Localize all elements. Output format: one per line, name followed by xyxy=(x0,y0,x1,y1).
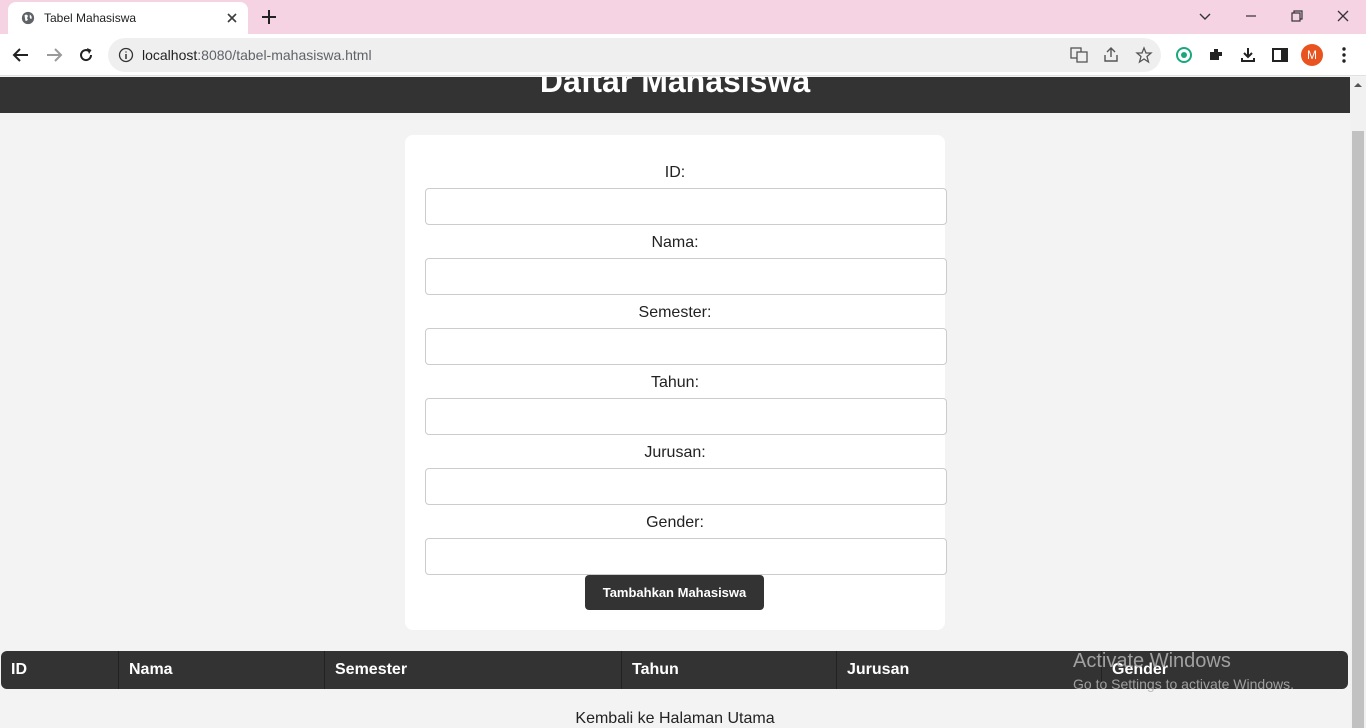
info-icon[interactable] xyxy=(118,47,134,63)
globe-icon xyxy=(21,11,35,25)
watermark-line-2: Go to Settings to activate Windows. xyxy=(1073,676,1294,692)
side-panel-icon[interactable] xyxy=(1269,44,1291,66)
menu-kebab-icon[interactable] xyxy=(1333,44,1355,66)
back-icon[interactable] xyxy=(10,44,32,66)
forward-icon[interactable] xyxy=(43,44,65,66)
tab-search-icon[interactable] xyxy=(1182,0,1228,32)
bookmark-star-icon[interactable] xyxy=(1135,46,1153,64)
column-header-id: ID xyxy=(1,651,119,689)
jurusan-label: Jurusan: xyxy=(644,444,706,461)
student-form: ID: Nama: Semester: Tahun: Jurusan: Gend… xyxy=(405,135,947,630)
page-viewport: Daftar Mahasiswa ID: Nama: Semester: Tah… xyxy=(0,77,1350,728)
add-student-button[interactable]: Tambahkan Mahasiswa xyxy=(585,575,764,610)
watermark-line-1: Activate Windows xyxy=(1073,650,1231,672)
column-header-nama: Nama xyxy=(119,651,325,689)
browser-tab[interactable]: Tabel Mahasiswa xyxy=(8,2,248,34)
extensions-icon[interactable] xyxy=(1205,44,1227,66)
gender-input[interactable] xyxy=(425,538,947,575)
tahun-label: Tahun: xyxy=(650,374,700,391)
tahun-input[interactable] xyxy=(425,398,947,435)
close-tab-icon[interactable] xyxy=(224,10,240,26)
tab-title: Tabel Mahasiswa xyxy=(44,11,137,25)
back-to-home-link[interactable]: Kembali ke Halaman Utama xyxy=(0,710,1350,728)
tab-bar: Tabel Mahasiswa xyxy=(0,0,1366,34)
address-bar[interactable]: localhost:8080/tabel-mahasiswa.html xyxy=(108,38,1161,72)
page-scrollbar[interactable] xyxy=(1350,77,1366,728)
download-icon[interactable] xyxy=(1237,44,1259,66)
column-header-semester: Semester xyxy=(325,651,622,689)
scrollbar-thumb[interactable] xyxy=(1352,131,1364,728)
id-input[interactable] xyxy=(425,188,947,225)
semester-label: Semester: xyxy=(638,304,712,321)
id-label: ID: xyxy=(664,164,686,181)
page-header: Daftar Mahasiswa xyxy=(0,77,1350,113)
windows-activation-watermark: Activate Windows Go to Settings to activ… xyxy=(1073,650,1294,692)
jurusan-input[interactable] xyxy=(425,468,947,505)
nama-input[interactable] xyxy=(425,258,947,295)
scroll-up-arrow-icon[interactable] xyxy=(1354,81,1362,89)
chatgpt-extension-icon[interactable] xyxy=(1173,44,1195,66)
reload-icon[interactable] xyxy=(75,44,97,66)
minimize-icon[interactable] xyxy=(1228,0,1274,32)
new-tab-icon[interactable] xyxy=(260,8,278,26)
page-title: Daftar Mahasiswa xyxy=(539,77,811,99)
gender-label: Gender: xyxy=(646,514,704,531)
close-window-icon[interactable] xyxy=(1320,0,1366,32)
profile-avatar[interactable]: M xyxy=(1301,44,1323,66)
share-icon[interactable] xyxy=(1102,46,1120,64)
semester-input[interactable] xyxy=(425,328,947,365)
column-header-jurusan: Jurusan xyxy=(837,651,1102,689)
column-header-tahun: Tahun xyxy=(622,651,837,689)
restore-icon[interactable] xyxy=(1274,0,1320,32)
nama-label: Nama: xyxy=(651,234,699,251)
translate-icon[interactable] xyxy=(1070,46,1088,64)
browser-toolbar: localhost:8080/tabel-mahasiswa.html M xyxy=(0,34,1366,76)
url-text: localhost:8080/tabel-mahasiswa.html xyxy=(142,47,372,63)
